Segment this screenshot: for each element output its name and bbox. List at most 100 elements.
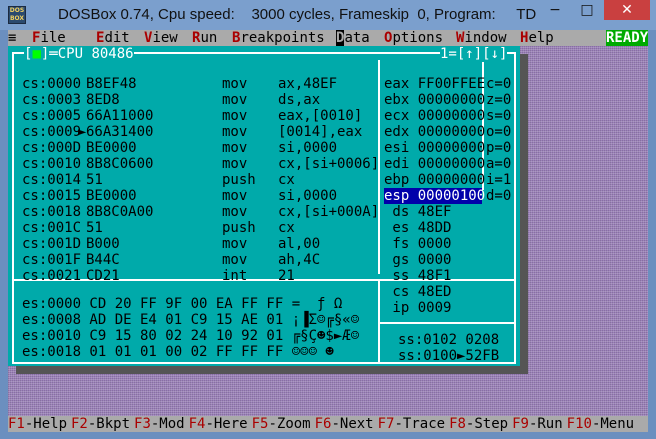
status-key: F6 [314, 416, 332, 432]
register-value[interactable]: esp 00000100 [384, 188, 485, 204]
dump-line[interactable]: es:0008 AD DE E4 01 C9 15 AE 01 ¡▐Σ☺╔§«☺ [22, 312, 359, 328]
register-value[interactable]: cs 48ED [384, 284, 451, 300]
code-operands: al,00 [278, 236, 321, 252]
menu-data-label: ata [344, 30, 370, 46]
code-mnemonic: int [222, 268, 248, 284]
flag-value[interactable]: z=0 [486, 92, 511, 108]
menu-bar: ≡ File Edit View Run Breakpoints Data Op… [8, 30, 648, 46]
register-value[interactable]: edi 00000000 [384, 156, 485, 172]
flag-value[interactable]: d=0 [486, 188, 511, 204]
status-f6-item[interactable]: F6-Next [315, 416, 374, 432]
menu-run[interactable]: Run [192, 30, 217, 46]
code-bytes: 51 [86, 220, 103, 236]
status-label: -Help [24, 416, 68, 432]
code-operands: 21 [278, 268, 295, 284]
stack-line[interactable]: ss:0100►52FB [398, 348, 499, 364]
flag-value[interactable]: o=0 [486, 124, 511, 140]
menu-view-label: iew [152, 30, 178, 46]
code-bytes: CD21 [86, 268, 120, 284]
flag-value[interactable]: p=0 [486, 140, 511, 156]
code-operands: cx [278, 172, 295, 188]
menu-data[interactable]: Data [336, 30, 370, 46]
window-number-scroll[interactable]: 1=[↑][↓] [440, 46, 508, 62]
minimize-button[interactable]: − [540, 0, 570, 20]
app-icon-text-top: DOS [9, 7, 25, 14]
register-value[interactable]: fs 0000 [384, 236, 451, 252]
menu-edit[interactable]: Edit [96, 30, 130, 46]
code-mnemonic: mov [222, 204, 248, 220]
cpu-title-text: CPU 80486 [57, 46, 134, 62]
code-address: cs:0000 [22, 76, 82, 92]
code-address: cs:001F [22, 252, 82, 268]
dump-line[interactable]: es:0000 CD 20 FF 9F 00 EA FF FF = ƒ Ω [22, 296, 342, 312]
cpu-window[interactable]: [■]═CPU 80486 1=[↑][↓] cs:0000 B8EF48 mov a… [8, 46, 520, 366]
code-address: cs:001C [22, 220, 82, 236]
register-value[interactable]: eax FF00FFEE [384, 76, 485, 92]
register-value[interactable]: ds 48EF [384, 204, 451, 220]
status-f10-item[interactable]: F10-Menu [567, 416, 634, 432]
code-bytes: 66A11000 [86, 108, 154, 124]
status-f7-item[interactable]: F7-Trace [378, 416, 445, 432]
code-address: cs:0009 [22, 124, 82, 140]
code-mnemonic: mov [222, 76, 248, 92]
dos-screen[interactable]: ≡ File Edit View Run Breakpoints Data Op… [8, 30, 648, 432]
register-value[interactable]: esi 00000000 [384, 140, 485, 156]
code-operands: cx,[si+000A] [278, 204, 380, 220]
title-bar[interactable]: DOS BOX DOSBox 0.74, Cpu speed: 3000 cyc… [0, 0, 656, 30]
dump-line[interactable]: es:0010 C9 15 80 02 24 10 92 01 ╔§Ç☻$►Æ☺ [22, 328, 359, 344]
stack-top-divider [380, 322, 514, 324]
register-value[interactable]: es 48DD [384, 220, 451, 236]
code-address: cs:0015 [22, 188, 82, 204]
register-value[interactable]: ip 0009 [384, 300, 451, 316]
menu-view[interactable]: View [144, 30, 178, 46]
close-button[interactable]: ✕ [604, 0, 650, 20]
status-label: -Run [528, 416, 563, 432]
dosbox-app-icon[interactable]: DOS BOX [8, 6, 26, 24]
status-f8-item[interactable]: F8-Step [449, 416, 508, 432]
register-value[interactable]: ecx 00000000 [384, 108, 485, 124]
maximize-button[interactable]: □ [572, 0, 602, 20]
flag-value[interactable]: s=0 [486, 108, 511, 124]
status-f3-item[interactable]: F3-Mod [134, 416, 185, 432]
code-mnemonic: mov [222, 124, 248, 140]
register-value[interactable]: edx 00000000 [384, 124, 485, 140]
system-menu-icon[interactable]: ≡ [8, 30, 16, 46]
code-address: cs:0021 [22, 268, 82, 284]
status-key: F7 [377, 416, 395, 432]
code-mnemonic: mov [222, 236, 248, 252]
status-label: -Menu [591, 416, 635, 432]
menu-breakpoints-label: reakpoints [240, 30, 325, 46]
menu-file[interactable]: File [32, 30, 66, 46]
status-bar: F1-Help F2-Bkpt F3-Mod F4-Here F5-Zoom F6-Nex… [8, 416, 648, 432]
status-f1-item[interactable]: F1-Help [8, 416, 67, 432]
register-value[interactable]: gs 0000 [384, 252, 451, 268]
code-operands: ax,48EF [278, 76, 338, 92]
status-label: -Here [205, 416, 248, 432]
code-bytes: BE0000 [86, 188, 137, 204]
dosbox-window: DOS BOX DOSBox 0.74, Cpu speed: 3000 cyc… [0, 0, 656, 439]
status-f2-item[interactable]: F2-Bkpt [71, 416, 130, 432]
menu-breakpoints[interactable]: Breakpoints [232, 30, 325, 46]
dump-line[interactable]: es:0018 01 01 01 00 02 FF FF FF ☺☺☺ ☻ [22, 344, 334, 360]
register-value[interactable]: ebx 00000000 [384, 92, 485, 108]
menu-options[interactable]: Options [384, 30, 443, 46]
status-key: F8 [449, 416, 466, 432]
status-f5-item[interactable]: F5-Zoom [252, 416, 311, 432]
status-f4-item[interactable]: F4-Here [189, 416, 248, 432]
status-f9-item[interactable]: F9-Run [512, 416, 563, 432]
flag-value[interactable]: i=1 [486, 172, 511, 188]
ready-indicator: READY [606, 30, 648, 46]
register-value[interactable]: ss 48F1 [384, 268, 451, 284]
menu-window[interactable]: Window [456, 30, 507, 46]
menu-run-label: un [200, 30, 218, 46]
flag-value[interactable]: c=0 [486, 76, 511, 92]
code-address: cs:0003 [22, 92, 82, 108]
code-mnemonic: mov [222, 108, 248, 124]
window-close-marker[interactable]: ■ [32, 46, 40, 62]
status-key: F10 [566, 416, 592, 432]
flag-value[interactable]: a=0 [486, 156, 511, 172]
register-value[interactable]: ebp 00000000 [384, 172, 485, 188]
app-icon-text-bottom: BOX [9, 15, 25, 22]
menu-help[interactable]: Help [520, 30, 554, 46]
stack-line[interactable]: ss:0102 0208 [398, 332, 499, 348]
